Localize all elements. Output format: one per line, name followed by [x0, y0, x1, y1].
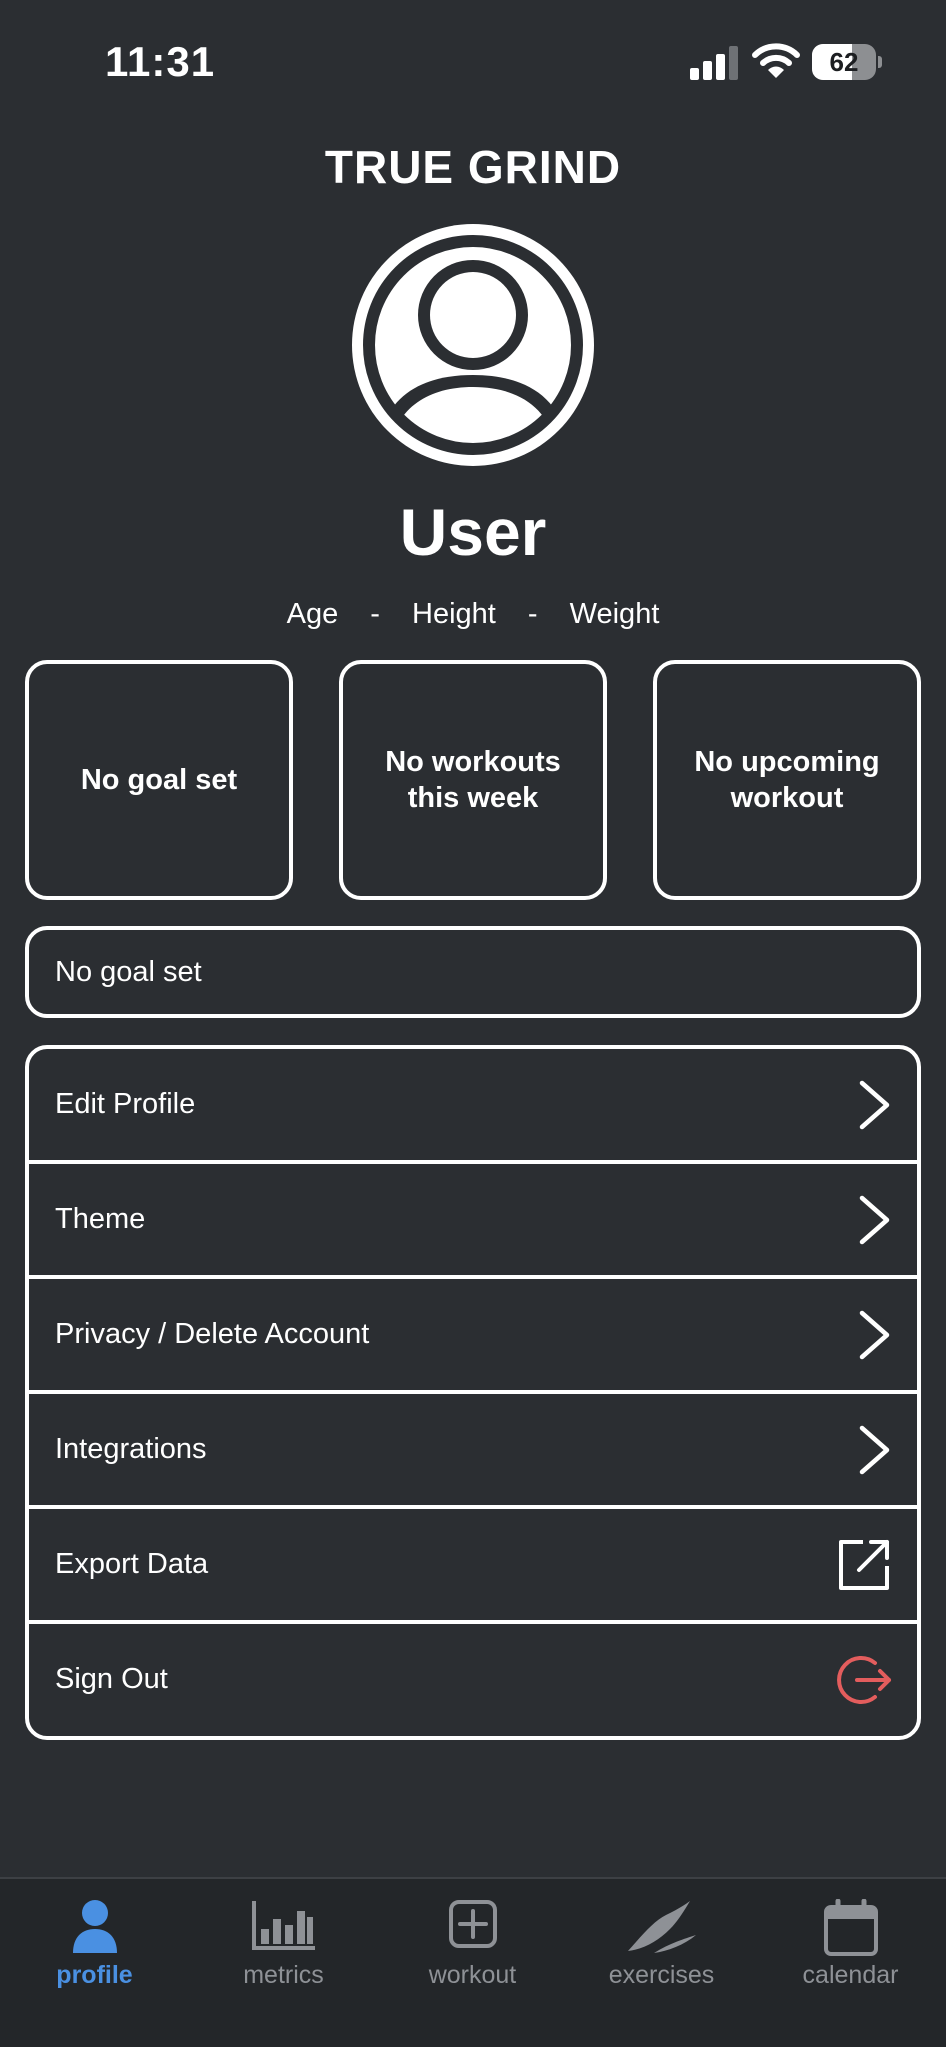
- tab-workout[interactable]: workout: [378, 1879, 567, 2009]
- avatar-icon[interactable]: [351, 223, 595, 467]
- cellular-signal-icon: [690, 46, 738, 80]
- bar-chart-icon: [251, 1901, 315, 1950]
- status-bar: 11:31 62: [0, 0, 946, 130]
- menu-item-export-data[interactable]: Export Data: [29, 1509, 917, 1620]
- weight-label: Weight: [569, 598, 660, 630]
- user-stats: Age - Height - Weight: [0, 598, 946, 631]
- calendar-icon: [823, 1899, 878, 1956]
- person-icon: [72, 1900, 117, 1953]
- chevron-right-icon: [859, 1425, 890, 1474]
- settings-menu: Edit Profile Theme Privacy / Delete Acco…: [25, 1045, 921, 1740]
- wifi-icon: [752, 43, 800, 78]
- tab-metrics[interactable]: metrics: [189, 1879, 378, 2009]
- height-label: Height: [412, 598, 496, 630]
- menu-item-label: Privacy / Delete Account: [55, 1318, 370, 1350]
- goal-bar-text: No goal set: [55, 955, 202, 988]
- tab-label: profile: [56, 1961, 133, 1989]
- sign-out-icon: [837, 1655, 891, 1704]
- menu-item-label: Sign Out: [55, 1663, 168, 1695]
- profile-screen: 11:31 62 TRUE GRIND User Age - Height - …: [0, 0, 946, 2047]
- chevron-right-icon: [859, 1195, 890, 1244]
- chevron-right-icon: [859, 1310, 890, 1359]
- plus-square-icon: [448, 1900, 497, 1948]
- export-icon: [839, 1539, 889, 1590]
- menu-item-sign-out[interactable]: Sign Out: [29, 1624, 917, 1735]
- goal-summary-card[interactable]: No goal set: [25, 660, 293, 900]
- stats-separator: -: [527, 598, 538, 630]
- menu-item-privacy[interactable]: Privacy / Delete Account: [29, 1279, 917, 1390]
- goal-summary-text: No goal set: [80, 764, 238, 796]
- weekly-workouts-text: No workouts this week: [385, 746, 561, 814]
- menu-item-label: Export Data: [55, 1548, 209, 1580]
- battery-indicator: 62: [812, 44, 882, 80]
- chevron-right-icon: [859, 1080, 890, 1129]
- goal-bar[interactable]: No goal set: [25, 926, 921, 1018]
- bottom-tab-bar: profile metrics workout exercises calend…: [0, 1877, 946, 2047]
- feather-icon: [627, 1901, 696, 1953]
- tab-label: calendar: [802, 1961, 899, 1989]
- tab-calendar[interactable]: calendar: [756, 1879, 945, 2009]
- stats-separator: -: [370, 598, 380, 630]
- menu-item-label: Theme: [55, 1203, 146, 1235]
- user-name: User: [399, 495, 547, 569]
- menu-item-edit-profile[interactable]: Edit Profile: [29, 1049, 917, 1160]
- menu-item-integrations[interactable]: Integrations: [29, 1394, 917, 1505]
- status-time: 11:31: [105, 38, 216, 85]
- tab-label: exercises: [608, 1961, 715, 1989]
- tab-profile[interactable]: profile: [0, 1879, 189, 2009]
- tab-label: metrics: [243, 1961, 324, 1989]
- tab-exercises[interactable]: exercises: [567, 1879, 756, 2009]
- age-label: Age: [286, 598, 339, 630]
- upcoming-workout-text: No upcoming workout: [694, 746, 880, 814]
- menu-item-label: Integrations: [55, 1433, 207, 1465]
- app-title: TRUE GRIND: [324, 141, 622, 193]
- upcoming-workout-card[interactable]: No upcoming workout: [653, 660, 921, 900]
- menu-item-label: Edit Profile: [55, 1088, 196, 1120]
- weekly-workouts-card[interactable]: No workouts this week: [339, 660, 607, 900]
- battery-percent: 62: [829, 47, 859, 77]
- tab-label: workout: [428, 1961, 517, 1989]
- menu-item-theme[interactable]: Theme: [29, 1164, 917, 1275]
